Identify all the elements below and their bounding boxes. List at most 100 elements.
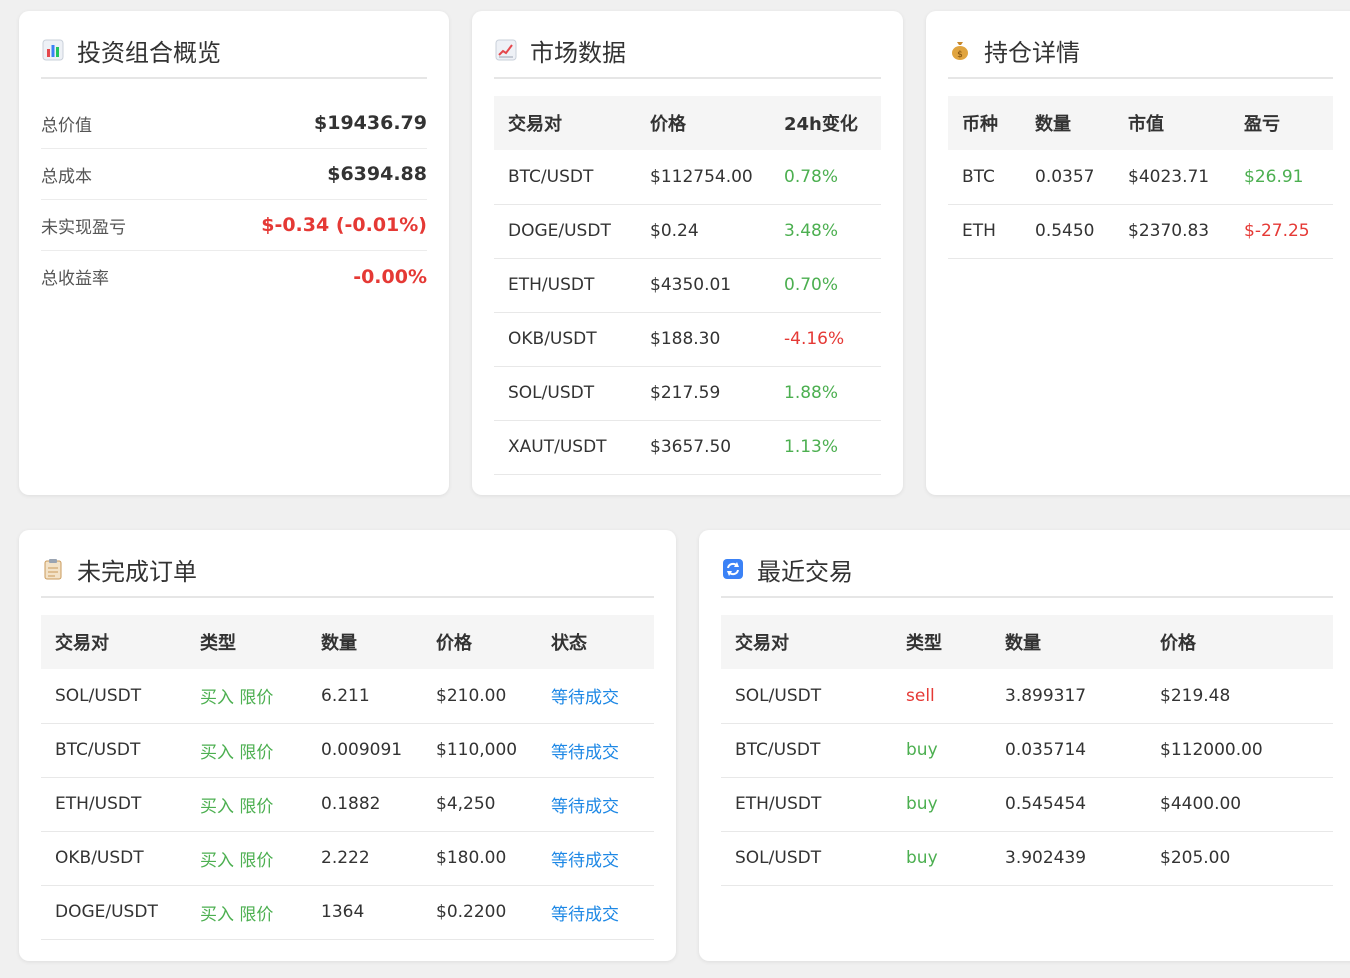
column-header: 盈亏 — [1230, 96, 1333, 150]
table-row: BTC/USDT buy 0.035714 $112000.00 — [721, 723, 1333, 778]
price-cell: $0.2200 — [422, 885, 537, 940]
type-cell: buy — [892, 831, 991, 886]
status-link[interactable]: 等待成交 — [537, 831, 654, 886]
change-cell: 1.88% — [770, 366, 881, 421]
bar-chart-icon — [41, 38, 65, 62]
trades-table: 交易对 类型 数量 价格 SOL/USDT sell 3.899317 $219… — [721, 615, 1333, 886]
pair-cell: OKB/USDT — [494, 312, 636, 367]
column-header: 币种 — [948, 96, 1021, 150]
table-row: SOL/USDT sell 3.899317 $219.48 — [721, 669, 1333, 724]
column-header: 市值 — [1114, 96, 1230, 150]
type-cell: 买入 限价 — [186, 831, 307, 886]
refresh-icon — [721, 557, 745, 581]
stat-value: $-0.34 (-0.01%) — [261, 214, 427, 236]
pair-cell: DOGE/USDT — [41, 885, 186, 940]
card-title: 最近交易 — [757, 557, 853, 586]
table-row: SOL/USDT $217.59 1.88% — [494, 366, 881, 421]
status-link[interactable]: 等待成交 — [537, 723, 654, 778]
pair-cell: SOL/USDT — [41, 669, 186, 724]
price-cell: $188.30 — [636, 312, 770, 367]
column-header: 数量 — [307, 615, 422, 669]
column-header: 交易对 — [494, 96, 636, 150]
stat-value: $6394.88 — [327, 163, 427, 185]
stat-label: 未实现盈亏 — [41, 217, 126, 238]
card-title: 持仓详情 — [984, 38, 1080, 67]
pair-cell: SOL/USDT — [721, 831, 892, 886]
holdings-table: 币种 数量 市值 盈亏 BTC 0.0357 $4023.71 $26.91 E… — [948, 96, 1333, 259]
table-row: ETH 0.5450 $2370.83 $-27.25 — [948, 204, 1333, 259]
qty-cell: 0.009091 — [307, 723, 422, 778]
change-cell: 3.48% — [770, 204, 881, 259]
svg-text:$: $ — [957, 50, 963, 60]
table-header-row: 交易对 类型 数量 价格 — [721, 615, 1333, 669]
stat-row-total-value: 总价值 $19436.79 — [41, 98, 427, 149]
price-cell: $217.59 — [636, 366, 770, 421]
card-header: 投资组合概览 — [41, 11, 427, 79]
table-row: XAUT/USDT $3657.50 1.13% — [494, 420, 881, 475]
price-cell: $112754.00 — [636, 150, 770, 205]
type-cell: buy — [892, 777, 991, 832]
price-cell: $205.00 — [1146, 831, 1333, 886]
type-cell: 买入 限价 — [186, 669, 307, 724]
pair-cell: ETH/USDT — [721, 777, 892, 832]
status-link[interactable]: 等待成交 — [537, 777, 654, 832]
pair-cell: XAUT/USDT — [494, 420, 636, 475]
price-cell: $219.48 — [1146, 669, 1333, 724]
pair-cell: ETH/USDT — [41, 777, 186, 832]
change-cell: -4.16% — [770, 312, 881, 367]
stat-row-total-cost: 总成本 $6394.88 — [41, 149, 427, 200]
stat-label: 总价值 — [41, 115, 92, 136]
column-header: 数量 — [1021, 96, 1114, 150]
recent-trades-card: 最近交易 交易对 类型 数量 价格 SOL/USDT sell 3.899317… — [699, 530, 1350, 961]
status-link[interactable]: 等待成交 — [537, 669, 654, 724]
card-header: 市场数据 — [494, 11, 881, 79]
pnl-cell: $-27.25 — [1230, 204, 1333, 259]
pair-cell: BTC/USDT — [494, 150, 636, 205]
stat-value: -0.00% — [353, 265, 427, 288]
pair-cell: SOL/USDT — [494, 366, 636, 421]
change-cell: 0.78% — [770, 150, 881, 205]
change-cell: 1.13% — [770, 420, 881, 475]
qty-cell: 2.222 — [307, 831, 422, 886]
price-cell: $210.00 — [422, 669, 537, 724]
table-row: ETH/USDT $4350.01 0.70% — [494, 258, 881, 313]
qty-cell: 6.211 — [307, 669, 422, 724]
pair-cell: SOL/USDT — [721, 669, 892, 724]
price-cell: $4400.00 — [1146, 777, 1333, 832]
type-cell: 买入 限价 — [186, 777, 307, 832]
price-cell: $3657.50 — [636, 420, 770, 475]
price-cell: $4350.01 — [636, 258, 770, 313]
table-row: DOGE/USDT $0.24 3.48% — [494, 204, 881, 259]
stat-row-unrealized-pnl: 未实现盈亏 $-0.34 (-0.01%) — [41, 200, 427, 251]
type-cell: sell — [892, 669, 991, 724]
table-row: DOGE/USDT 买入 限价 1364 $0.2200 等待成交 — [41, 885, 654, 940]
column-header: 状态 — [537, 615, 654, 669]
pair-cell: BTC/USDT — [41, 723, 186, 778]
orders-table: 交易对 类型 数量 价格 状态 SOL/USDT 买入 限价 6.211 $21… — [41, 615, 654, 940]
qty-cell: 0.0357 — [1021, 150, 1114, 205]
table-row: SOL/USDT 买入 限价 6.211 $210.00 等待成交 — [41, 669, 654, 724]
qty-cell: 3.902439 — [991, 831, 1146, 886]
column-header: 类型 — [892, 615, 991, 669]
stat-row-total-return: 总收益率 -0.00% — [41, 251, 427, 302]
stat-label: 总收益率 — [41, 269, 109, 289]
stat-list: 总价值 $19436.79 总成本 $6394.88 未实现盈亏 $-0.34 … — [41, 98, 427, 302]
qty-cell: 0.035714 — [991, 723, 1146, 778]
pair-cell: DOGE/USDT — [494, 204, 636, 259]
coin-cell: BTC — [948, 150, 1021, 205]
status-link[interactable]: 等待成交 — [537, 885, 654, 940]
pair-cell: ETH/USDT — [494, 258, 636, 313]
table-row: ETH/USDT 买入 限价 0.1882 $4,250 等待成交 — [41, 777, 654, 832]
table-row: OKB/USDT $188.30 -4.16% — [494, 312, 881, 367]
portfolio-overview-card: 投资组合概览 总价值 $19436.79 总成本 $6394.88 未实现盈亏 … — [19, 11, 449, 495]
stat-value: $19436.79 — [314, 112, 427, 134]
pnl-cell: $26.91 — [1230, 150, 1333, 205]
column-header: 价格 — [636, 96, 770, 150]
qty-cell: 0.545454 — [991, 777, 1146, 832]
stat-label: 总成本 — [41, 166, 92, 187]
card-header: $ 持仓详情 — [948, 11, 1333, 79]
price-cell: $0.24 — [636, 204, 770, 259]
market-data-card: 市场数据 交易对 价格 24h变化 BTC/USDT $112754.00 0.… — [472, 11, 903, 495]
price-cell: $180.00 — [422, 831, 537, 886]
column-header: 交易对 — [721, 615, 892, 669]
